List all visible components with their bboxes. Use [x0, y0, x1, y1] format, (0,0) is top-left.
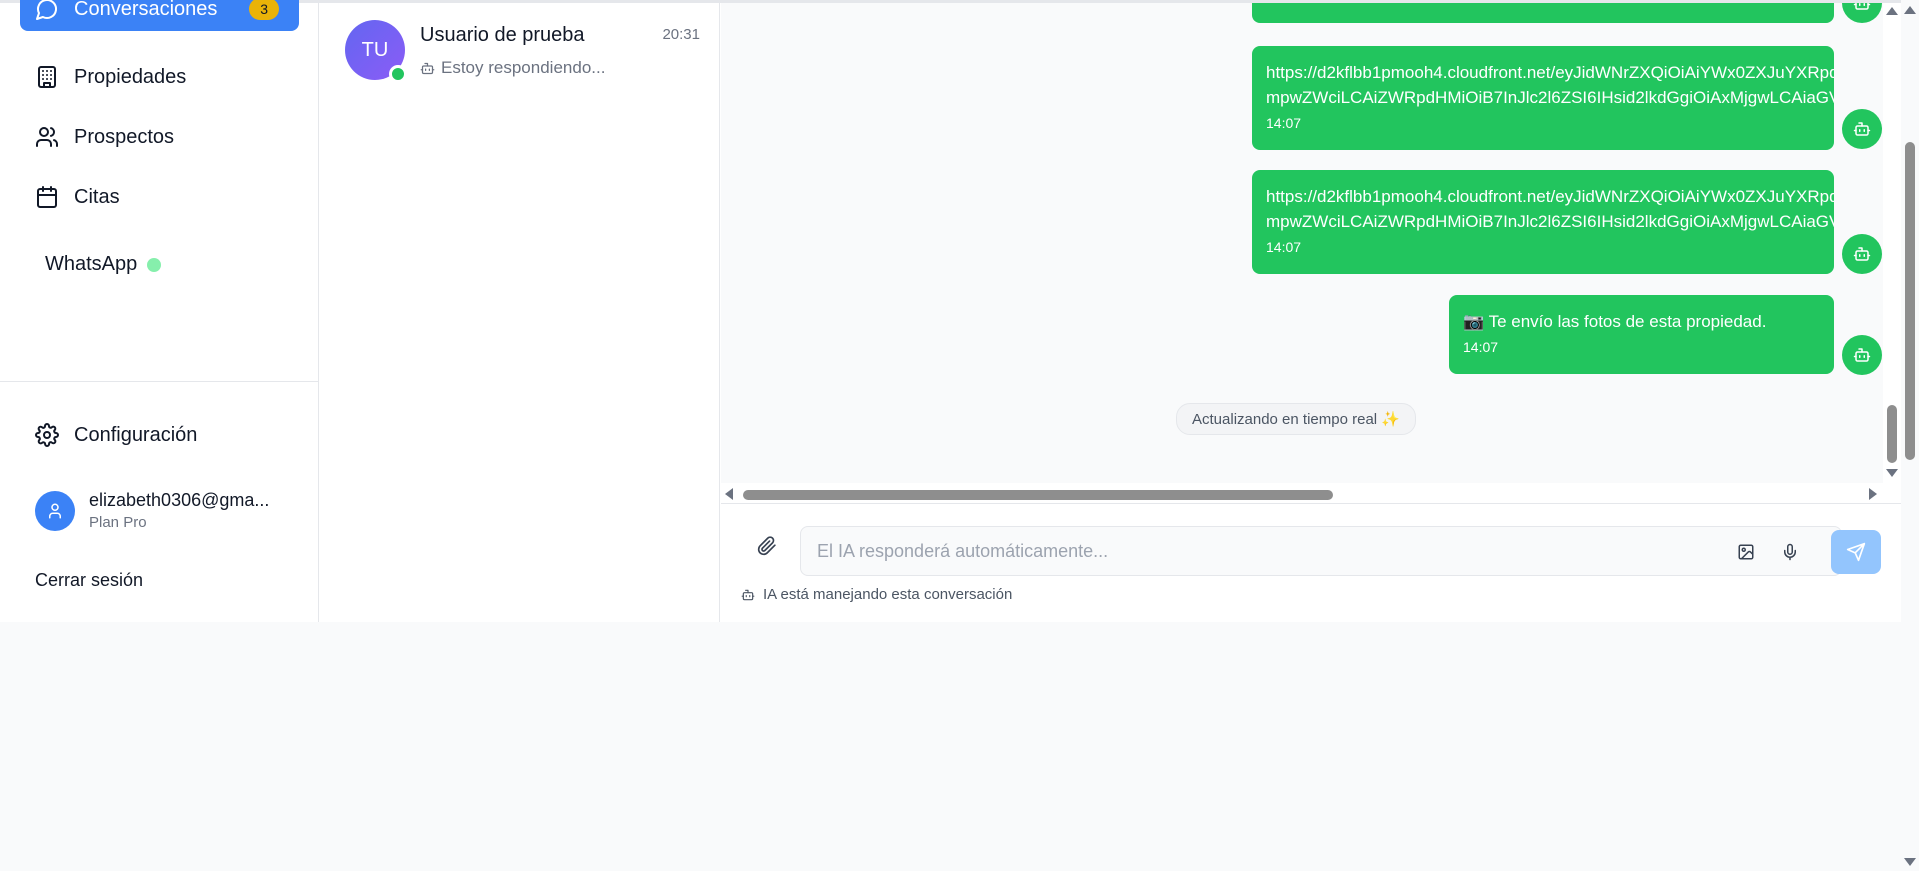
user-plan: Plan Pro [89, 514, 147, 531]
message-text: https://d2kflbb1pmooh4.cloudfront.net/ey… [1266, 187, 1834, 206]
scrollbar-thumb[interactable] [1905, 142, 1915, 460]
page-vertical-scrollbar[interactable] [1901, 0, 1919, 871]
message-bubble-partial [1252, 3, 1834, 23]
bot-avatar-icon [1842, 3, 1882, 23]
message-bubble: https://d2kflbb1pmooh4.cloudfront.net/ey… [1252, 46, 1834, 150]
sidebar-item-label: Prospectos [74, 125, 175, 148]
message-composer: IA está manejando esta conversación [721, 503, 1901, 622]
logout-button[interactable]: Cerrar sesión [35, 570, 143, 591]
bot-avatar-icon [1842, 109, 1882, 149]
whatsapp-status[interactable]: WhatsApp [45, 253, 162, 276]
send-button[interactable] [1831, 530, 1881, 574]
message-input[interactable] [801, 527, 1701, 575]
message-text: https://d2kflbb1pmooh4.cloudfront.net/ey… [1266, 63, 1834, 82]
user-email: elizabeth0306@gma... [89, 490, 270, 510]
sidebar-item-propiedades[interactable]: Propiedades [20, 55, 299, 99]
message-time: 14:07 [1463, 339, 1499, 355]
ai-status: IA está manejando esta conversación [741, 586, 1012, 603]
sidebar-item-label: Conversaciones [74, 0, 218, 20]
microphone-icon [1784, 543, 1796, 561]
building-icon [34, 64, 60, 90]
ai-status-text: IA está manejando esta conversación [763, 586, 1013, 603]
bot-icon [741, 588, 755, 602]
whatsapp-label: WhatsApp [45, 253, 138, 275]
scroll-up-arrow-icon[interactable] [1886, 7, 1898, 15]
message-bubble: 📷 Te envío las fotos de esta propiedad. … [1449, 295, 1834, 374]
calendar-icon [34, 184, 60, 210]
sidebar-item-configuracion[interactable]: Configuración [20, 413, 299, 457]
messages-horizontal-scrollbar[interactable] [721, 483, 1883, 503]
scroll-right-arrow-icon[interactable] [1869, 488, 1877, 500]
voice-record-button[interactable] [1777, 539, 1803, 565]
online-status-icon [389, 65, 407, 83]
conversation-list: TU Usuario de prueba 20:31 Estoy respond… [320, 3, 720, 622]
sidebar-item-conversaciones[interactable]: Conversaciones 3 [20, 0, 299, 31]
sidebar: Conversaciones 3 Propiedades Prospectos … [0, 0, 319, 622]
sidebar-item-citas[interactable]: Citas [20, 175, 299, 219]
scroll-left-arrow-icon[interactable] [725, 488, 733, 500]
gear-icon [34, 422, 60, 448]
conversation-time: 20:31 [662, 26, 700, 43]
message-text: mpwZWciLCAiZWRpdHMiOiB7InJlc2l6ZSI6IHsid… [1266, 212, 1834, 231]
conversation-item[interactable]: TU Usuario de prueba 20:31 Estoy respond… [345, 20, 700, 84]
message-input-wrapper [800, 526, 1842, 576]
image-upload-button[interactable] [1733, 539, 1759, 565]
message-time: 14:07 [1266, 115, 1302, 131]
message-text: 📷 Te envío las fotos de esta propiedad. [1463, 312, 1767, 331]
message-bubble: https://d2kflbb1pmooh4.cloudfront.net/ey… [1252, 170, 1834, 274]
realtime-indicator: Actualizando en tiempo real ✨ [1176, 403, 1416, 435]
sidebar-item-label: Configuración [74, 423, 198, 446]
unread-badge: 3 [249, 0, 279, 20]
message-text: mpwZWciLCAiZWRpdHMiOiB7InJlc2l6ZSI6IHsid… [1266, 88, 1834, 107]
scrollbar-thumb[interactable] [743, 490, 1333, 500]
sidebar-item-label: Citas [74, 185, 120, 208]
sidebar-item-label: Propiedades [74, 65, 187, 88]
scroll-down-arrow-icon[interactable] [1886, 469, 1898, 477]
users-icon [34, 124, 60, 150]
user-profile[interactable]: elizabeth0306@gma... Plan Pro [35, 490, 269, 531]
bot-avatar-icon [1842, 234, 1882, 274]
scroll-up-arrow-icon[interactable] [1904, 6, 1916, 14]
message-list[interactable]: https://d2kflbb1pmooh4.cloudfront.net/ey… [721, 3, 1883, 483]
attach-button[interactable] [751, 530, 783, 562]
bot-icon [420, 61, 435, 76]
messages-vertical-scrollbar[interactable] [1883, 3, 1901, 483]
send-icon [1846, 542, 1866, 562]
user-avatar-icon [35, 490, 75, 531]
preview-text: Estoy respondiendo... [441, 58, 606, 77]
scroll-down-arrow-icon[interactable] [1904, 858, 1916, 866]
scrollbar-thumb[interactable] [1887, 405, 1897, 463]
app-window: Conversaciones 3 Propiedades Prospectos … [0, 0, 1901, 622]
chat-bubble-icon [34, 0, 60, 22]
paperclip-icon [757, 536, 776, 556]
contact-name: Usuario de prueba [420, 24, 585, 46]
message-time: 14:07 [1266, 239, 1302, 255]
image-icon [1738, 544, 1754, 560]
sidebar-item-prospectos[interactable]: Prospectos [20, 115, 299, 159]
sidebar-divider [0, 381, 319, 382]
chat-panel: https://d2kflbb1pmooh4.cloudfront.net/ey… [721, 3, 1901, 622]
connected-dot-icon [147, 257, 162, 272]
bot-avatar-icon [1842, 335, 1882, 375]
conversation-preview: Estoy respondiendo... [420, 58, 605, 78]
